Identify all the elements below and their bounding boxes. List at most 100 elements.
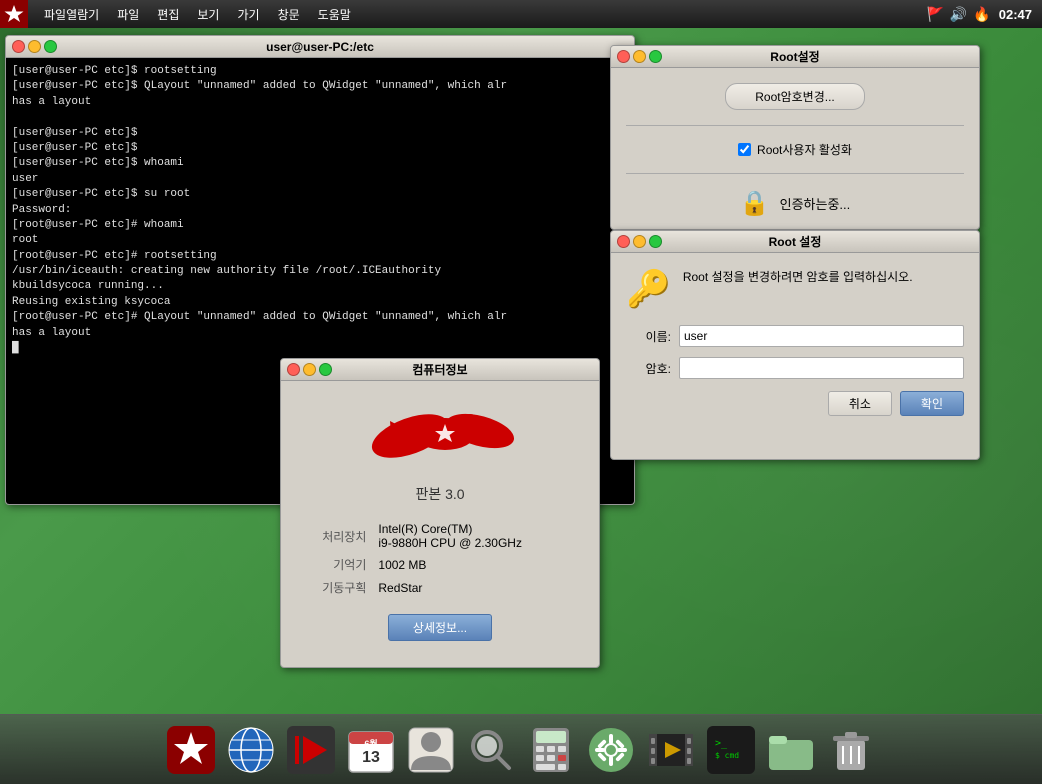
- terminal-line-4: [12, 110, 628, 125]
- os-logo: [360, 396, 520, 476]
- cancel-button[interactable]: 취소: [828, 391, 892, 416]
- dock-item-search[interactable]: [465, 724, 517, 776]
- computer-info-window: 컴퓨터정보: [280, 358, 600, 668]
- taskbar-menus: 파일열람기 파일 편집 보기 가기 창문 도움말: [28, 4, 367, 25]
- dock-item-tools[interactable]: [585, 724, 637, 776]
- svg-text:6월: 6월: [364, 738, 377, 749]
- dock-item-terminal[interactable]: >_ $ cmd: [705, 724, 757, 776]
- dock-item-calendar[interactable]: 6월 13: [345, 724, 397, 776]
- root-auth-title: Root 설정: [769, 233, 822, 250]
- memory-label: 기억기: [296, 553, 372, 576]
- terminal-titlebar: user@user-PC:/etc: [6, 36, 634, 58]
- dock-item-calculator[interactable]: [525, 724, 577, 776]
- memory-row: 기억기 1002 MB: [296, 553, 584, 576]
- keys-icon: 🔑: [626, 268, 671, 310]
- dock: 6월 13: [0, 714, 1042, 784]
- os-value: RedStar: [372, 576, 584, 599]
- root-settings-window-buttons: [617, 50, 662, 63]
- details-button[interactable]: 상세정보...: [388, 614, 492, 641]
- terminal-close-button[interactable]: [12, 40, 25, 53]
- computer-info-close-button[interactable]: [287, 363, 300, 376]
- terminal-line-8: user: [12, 172, 628, 187]
- terminal-line-3: has a layout: [12, 95, 628, 110]
- terminal-line-6: [user@user-PC etc]$: [12, 141, 628, 156]
- computer-info-minimize-button[interactable]: [303, 363, 316, 376]
- dock-item-film[interactable]: [645, 724, 697, 776]
- root-auth-window: Root 설정 🔑 Root 설정을 변경하려면 암호를 입력하십시오. 이름:…: [610, 230, 980, 460]
- root-enable-checkbox[interactable]: [738, 143, 751, 156]
- menu-help[interactable]: 도움말: [310, 4, 359, 25]
- root-settings-close-button[interactable]: [617, 50, 630, 63]
- terminal-minimize-button[interactable]: [28, 40, 41, 53]
- settings-divider: [626, 125, 964, 126]
- root-enable-checkbox-row: Root사용자 활성화: [738, 141, 852, 158]
- menu-file[interactable]: 파일: [109, 4, 147, 25]
- memory-value: 1002 MB: [372, 553, 584, 576]
- terminal-line-2: [user@user-PC etc]$ QLayout "unnamed" ad…: [12, 79, 628, 94]
- username-field[interactable]: [679, 325, 964, 347]
- root-auth-window-buttons: [617, 235, 662, 248]
- lock-icon: 🔒: [740, 189, 770, 218]
- password-field[interactable]: [679, 357, 964, 379]
- menu-window[interactable]: 창문: [270, 4, 308, 25]
- taskbar-right: 🚩 🔊 🔥 02:47: [926, 6, 1042, 23]
- terminal-line-10: Password:: [12, 203, 628, 218]
- terminal-line-11: [root@user-PC etc]# whoami: [12, 218, 628, 233]
- taskbar-system-icons: 🚩 🔊 🔥: [926, 6, 990, 23]
- svg-text:$ cmd: $ cmd: [715, 751, 739, 760]
- terminal-line-16: Reusing existing ksycoca: [12, 295, 628, 310]
- os-row: 기동구획 RedStar: [296, 576, 584, 599]
- version-text: 판본 3.0: [415, 484, 464, 504]
- redstar-logo-icon: [4, 4, 24, 24]
- root-settings-titlebar: Root설정: [611, 46, 979, 68]
- dock-item-contacts[interactable]: [405, 724, 457, 776]
- root-enable-label: Root사용자 활성화: [757, 141, 852, 158]
- computer-info-title: 컴퓨터정보: [412, 361, 467, 378]
- terminal-line-15: kbuildsycoca running...: [12, 279, 628, 294]
- clock: 02:47: [999, 7, 1032, 22]
- menu-edit[interactable]: 편집: [149, 4, 187, 25]
- volume-icon[interactable]: 🔊: [950, 6, 967, 23]
- menu-file-manager[interactable]: 파일열람기: [36, 4, 107, 25]
- terminal-line-17: [root@user-PC etc]# QLayout "unnamed" ad…: [12, 310, 628, 325]
- flag-icon: 🚩: [926, 6, 943, 23]
- terminal-line-14: /usr/bin/iceauth: creating new authority…: [12, 264, 628, 279]
- root-auth-close-button[interactable]: [617, 235, 630, 248]
- authenticating-row: 🔒 인증하는중...: [740, 189, 851, 218]
- dock-item-media-player[interactable]: [285, 724, 337, 776]
- dock-item-redstar[interactable]: [165, 724, 217, 776]
- terminal-title: user@user-PC:/etc: [266, 40, 374, 54]
- root-auth-titlebar: Root 설정: [611, 231, 979, 253]
- svg-text:>_: >_: [715, 738, 728, 749]
- dock-item-browser[interactable]: [225, 724, 277, 776]
- taskbar-logo[interactable]: [0, 0, 28, 28]
- terminal-line-1: [user@user-PC etc]$ rootsetting: [12, 64, 628, 79]
- terminal-maximize-button[interactable]: [44, 40, 57, 53]
- root-settings-maximize-button[interactable]: [649, 50, 662, 63]
- terminal-line-7: [user@user-PC etc]$ whoami: [12, 156, 628, 171]
- taskbar: 파일열람기 파일 편집 보기 가기 창문 도움말 🚩 🔊 🔥 02:47: [0, 0, 1042, 28]
- svg-text:13: 13: [362, 749, 380, 766]
- dock-item-files[interactable]: [765, 724, 817, 776]
- terminal-line-9: [user@user-PC etc]$ su root: [12, 187, 628, 202]
- root-auth-maximize-button[interactable]: [649, 235, 662, 248]
- root-settings-minimize-button[interactable]: [633, 50, 646, 63]
- root-settings-window: Root설정 Root암호변경... Root사용자 활성화 🔒 인증하는중..…: [610, 45, 980, 230]
- confirm-button[interactable]: 확인: [900, 391, 964, 416]
- menu-view[interactable]: 보기: [189, 4, 227, 25]
- terminal-line-18: has a layout: [12, 326, 628, 341]
- cpu-row: 처리장치 Intel(R) Core(TM) i9-9880H CPU @ 2.…: [296, 519, 584, 553]
- dock-item-trash[interactable]: [825, 724, 877, 776]
- auth-header: 🔑 Root 설정을 변경하려면 암호를 입력하십시오.: [626, 268, 964, 310]
- flame-icon: 🔥: [973, 6, 990, 23]
- auth-buttons: 취소 확인: [626, 391, 964, 416]
- password-row: 암호:: [626, 357, 964, 379]
- computer-info-maximize-button[interactable]: [319, 363, 332, 376]
- root-settings-content: Root암호변경... Root사용자 활성화 🔒 인증하는중...: [611, 68, 979, 230]
- root-auth-minimize-button[interactable]: [633, 235, 646, 248]
- auth-description: Root 설정을 변경하려면 암호를 입력하십시오.: [683, 268, 913, 286]
- terminal-cursor-line: █: [12, 341, 628, 356]
- change-password-button[interactable]: Root암호변경...: [725, 83, 865, 110]
- menu-go[interactable]: 가기: [229, 4, 267, 25]
- root-settings-title: Root설정: [770, 48, 819, 65]
